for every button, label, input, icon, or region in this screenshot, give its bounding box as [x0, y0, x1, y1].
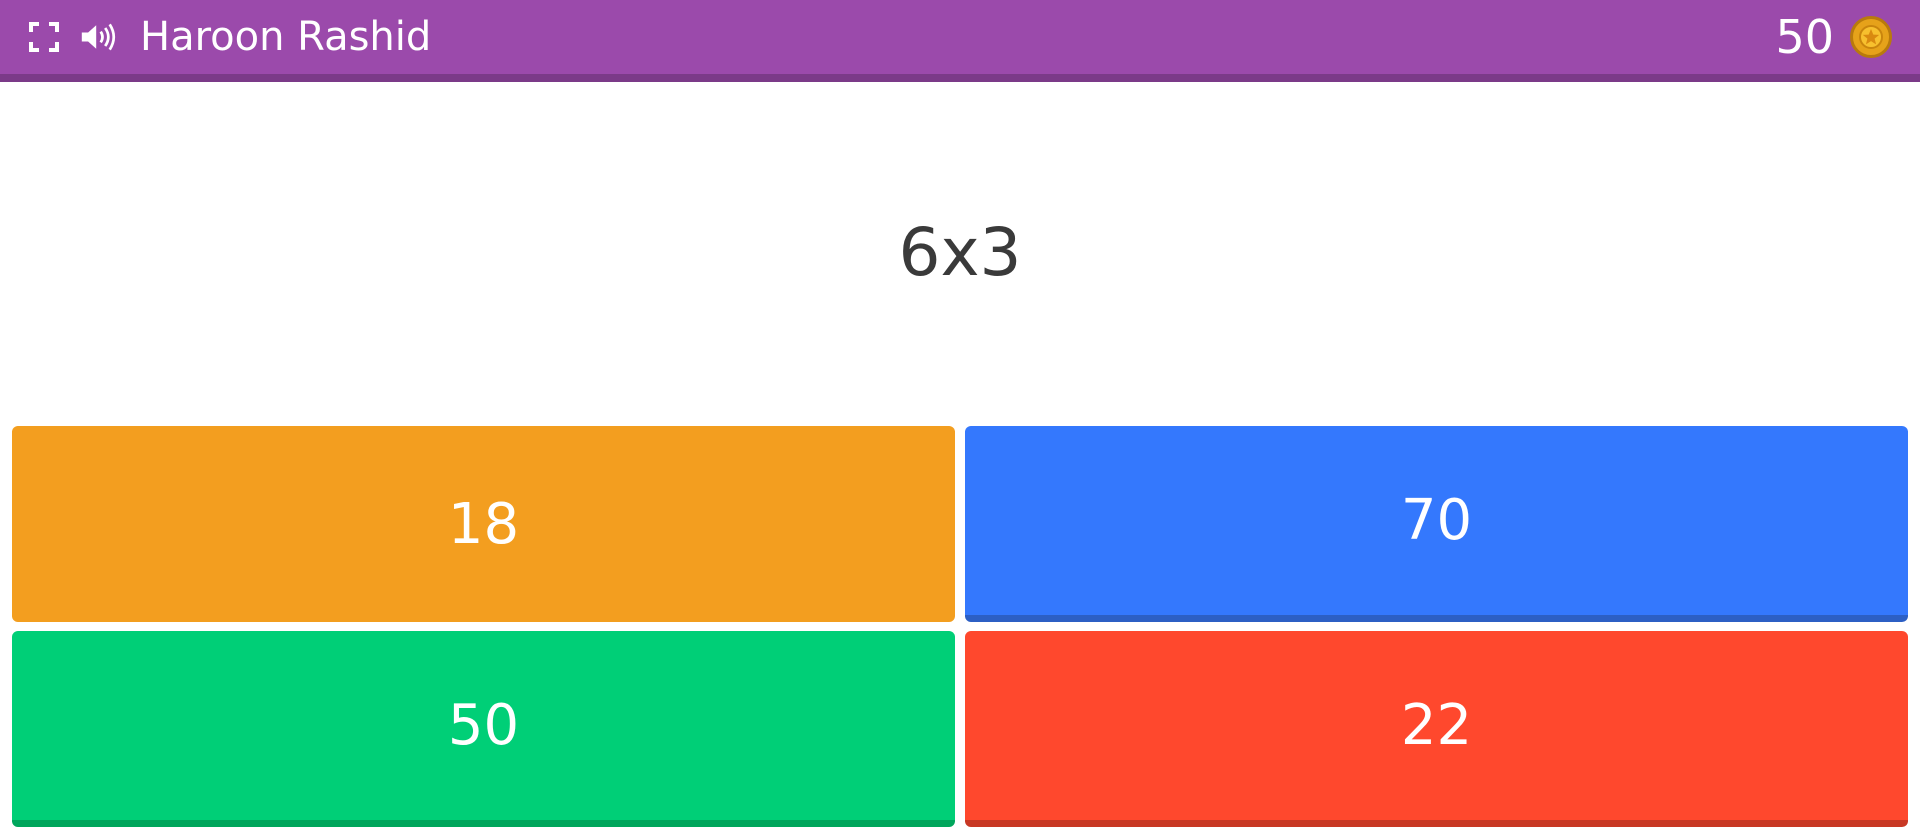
top-bar-right: 50 — [1775, 0, 1892, 74]
answer-option-3[interactable]: 50 — [12, 631, 955, 827]
fullscreen-icon — [29, 22, 59, 52]
answer-label: 22 — [1400, 693, 1473, 758]
answer-label: 70 — [1400, 488, 1473, 553]
answer-option-1[interactable]: 18 — [12, 426, 955, 622]
coin-count: 50 — [1775, 10, 1834, 64]
speaker-icon — [81, 23, 116, 51]
top-bar: Haroon Rashid 50 — [0, 0, 1920, 82]
fullscreen-button[interactable] — [26, 19, 62, 55]
answer-option-4[interactable]: 22 — [965, 631, 1908, 827]
player-name: Haroon Rashid — [140, 14, 432, 60]
question-area: 6x3 — [0, 82, 1920, 422]
coin-icon — [1850, 16, 1892, 58]
top-bar-left: Haroon Rashid — [26, 0, 431, 74]
answer-option-2[interactable]: 70 — [965, 426, 1908, 622]
sound-button[interactable] — [80, 19, 116, 55]
answer-label: 18 — [447, 491, 520, 557]
question-text: 6x3 — [898, 213, 1022, 291]
answer-label: 50 — [447, 693, 520, 758]
